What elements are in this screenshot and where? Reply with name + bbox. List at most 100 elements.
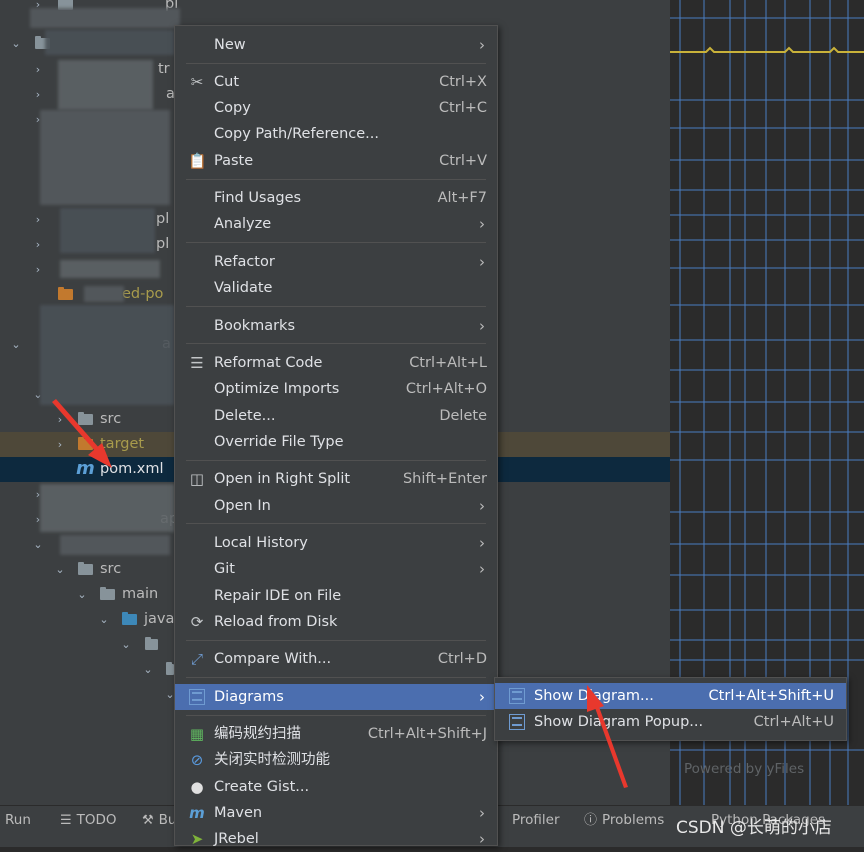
chevron-right-icon: ›: [479, 830, 485, 848]
tree-label: src: [100, 411, 122, 427]
chevron-right-icon[interactable]: ›: [54, 407, 66, 432]
list-icon: ☰: [60, 813, 72, 828]
submenu-item-show-diagram-popup[interactable]: Show Diagram Popup... Ctrl+Alt+U: [495, 709, 846, 735]
github-icon: ●: [190, 778, 204, 796]
menu-item-label: Open in Right Split: [214, 471, 351, 487]
menu-item-open-in-right-split[interactable]: ◫ Open in Right Split Shift+Enter: [175, 466, 497, 492]
submenu-item-label: Show Diagram...: [534, 688, 654, 704]
menu-separator: [186, 640, 486, 641]
chevron-right-icon[interactable]: ›: [32, 232, 44, 257]
folder-icon: [100, 587, 115, 600]
menu-item-repair-ide[interactable]: Repair IDE on File: [175, 583, 497, 609]
menu-item-label: Diagrams: [214, 689, 284, 705]
menu-item-override-file-type[interactable]: Override File Type: [175, 429, 497, 455]
menu-item-copy[interactable]: Copy Ctrl+C: [175, 95, 497, 121]
menu-item-paste[interactable]: 📋 Paste Ctrl+V: [175, 148, 497, 174]
menu-item-label: Repair IDE on File: [214, 588, 342, 604]
menu-item-delete[interactable]: Delete... Delete: [175, 403, 497, 429]
menu-item-optimize-imports[interactable]: Optimize Imports Ctrl+Alt+O: [175, 376, 497, 402]
submenu-item-shortcut: Ctrl+Alt+Shift+U: [708, 688, 834, 704]
menu-item-jrebel[interactable]: ➤ JRebel ›: [175, 826, 497, 852]
menu-item-diagrams[interactable]: Diagrams ›: [175, 684, 497, 710]
menu-item-compare-with[interactable]: ⤢ Compare With... Ctrl+D: [175, 646, 497, 672]
submenu-item-show-diagram[interactable]: Show Diagram... Ctrl+Alt+Shift+U: [495, 683, 846, 709]
menu-item-new[interactable]: New ›: [175, 32, 497, 58]
menu-item-refactor[interactable]: Refactor ›: [175, 249, 497, 275]
chevron-down-icon[interactable]: ⌄: [120, 632, 132, 657]
menu-item-label: Paste: [214, 153, 254, 169]
chevron-right-icon[interactable]: ›: [32, 82, 44, 107]
menu-item-label: 编码规约扫描: [214, 726, 301, 742]
menu-item-label: Find Usages: [214, 190, 302, 206]
jrebel-icon: ➤: [190, 830, 204, 848]
menu-item-label: New: [214, 37, 246, 53]
chevron-right-icon[interactable]: ›: [32, 257, 44, 282]
tree-label: target: [100, 436, 145, 452]
chevron-down-icon[interactable]: ⌄: [10, 332, 22, 357]
chevron-down-icon[interactable]: ⌄: [76, 582, 88, 607]
todo-tab[interactable]: ☰ TODO: [60, 806, 117, 834]
menu-item-shortcut: Ctrl+Alt+L: [409, 355, 487, 371]
menu-item-code-scan[interactable]: ▦ 编码规约扫描 Ctrl+Alt+Shift+J: [175, 721, 497, 747]
chevron-right-icon: ›: [479, 253, 485, 271]
menu-separator: [186, 715, 486, 716]
menu-separator: [186, 343, 486, 344]
build-tab[interactable]: ⚒ Bu: [142, 806, 176, 834]
menu-item-label: Delete...: [214, 408, 276, 424]
menu-item-open-in[interactable]: Open In ›: [175, 493, 497, 519]
menu-item-shortcut: Ctrl+X: [439, 74, 487, 90]
menu-item-validate[interactable]: Validate: [175, 275, 497, 301]
menu-item-create-gist[interactable]: ● Create Gist...: [175, 774, 497, 800]
run-tab[interactable]: Run: [0, 806, 31, 834]
blurred-region: [40, 484, 175, 532]
submenu-item-shortcut: Ctrl+Alt+U: [753, 714, 834, 730]
chevron-down-icon[interactable]: ⌄: [54, 557, 66, 582]
menu-item-find-usages[interactable]: Find Usages Alt+F7: [175, 185, 497, 211]
menu-separator: [186, 242, 486, 243]
split-icon: ◫: [189, 470, 205, 488]
menu-item-label: Reformat Code: [214, 355, 323, 371]
menu-item-reload-from-disk[interactable]: ⟳ Reload from Disk: [175, 609, 497, 635]
folder-icon: [122, 612, 137, 625]
submenu-item-label: Show Diagram Popup...: [534, 714, 704, 730]
clipboard-icon: 📋: [188, 152, 207, 170]
profiler-tab[interactable]: Profiler: [512, 806, 560, 834]
scissors-icon: ✂: [190, 73, 204, 91]
chevron-right-icon[interactable]: ›: [32, 57, 44, 82]
menu-item-copy-path[interactable]: Copy Path/Reference...: [175, 121, 497, 147]
menu-item-shortcut: Ctrl+Alt+Shift+J: [367, 726, 487, 742]
menu-item-cut[interactable]: ✂ Cut Ctrl+X: [175, 69, 497, 95]
tree-label-fragment: ed-po: [122, 286, 164, 302]
menu-item-bookmarks[interactable]: Bookmarks ›: [175, 313, 497, 339]
chevron-down-icon[interactable]: ⌄: [32, 532, 44, 557]
chevron-down-icon[interactable]: ⌄: [142, 657, 154, 682]
menu-item-label: Create Gist...: [214, 779, 310, 795]
menu-item-analyze[interactable]: Analyze ›: [175, 211, 497, 237]
tree-label-fragment: tr: [158, 61, 170, 77]
tree-label: src: [100, 561, 122, 577]
menu-item-label: Copy Path/Reference...: [214, 126, 379, 142]
menu-item-reformat-code[interactable]: ☰ Reformat Code Ctrl+Alt+L: [175, 350, 497, 376]
reload-icon: ⟳: [190, 613, 204, 631]
menu-item-label: Open In: [214, 498, 271, 514]
info-icon: ⓘ: [584, 813, 598, 828]
blurred-region: [30, 8, 180, 28]
menu-item-maven[interactable]: m Maven ›: [175, 800, 497, 826]
chevron-right-icon[interactable]: ›: [54, 432, 66, 457]
menu-separator: [186, 460, 486, 461]
maven-icon: m: [189, 804, 205, 822]
diagrams-submenu: Show Diagram... Ctrl+Alt+Shift+U Show Di…: [494, 677, 847, 741]
menu-item-label: Refactor: [214, 254, 275, 270]
menu-item-label: Optimize Imports: [214, 381, 340, 397]
reformat-icon: ☰: [190, 354, 204, 372]
menu-item-local-history[interactable]: Local History ›: [175, 530, 497, 556]
problems-tab[interactable]: ⓘ Problems: [584, 806, 664, 834]
chevron-right-icon[interactable]: ›: [32, 207, 44, 232]
run-label: Run: [5, 812, 31, 828]
menu-item-git[interactable]: Git ›: [175, 556, 497, 582]
diagram-icon: [188, 688, 206, 706]
menu-item-label: Maven: [214, 805, 263, 821]
chevron-down-icon[interactable]: ⌄: [10, 31, 22, 56]
menu-item-disable-realtime-check[interactable]: ⊘ 关闭实时检测功能: [175, 747, 497, 773]
chevron-down-icon[interactable]: ⌄: [98, 607, 110, 632]
